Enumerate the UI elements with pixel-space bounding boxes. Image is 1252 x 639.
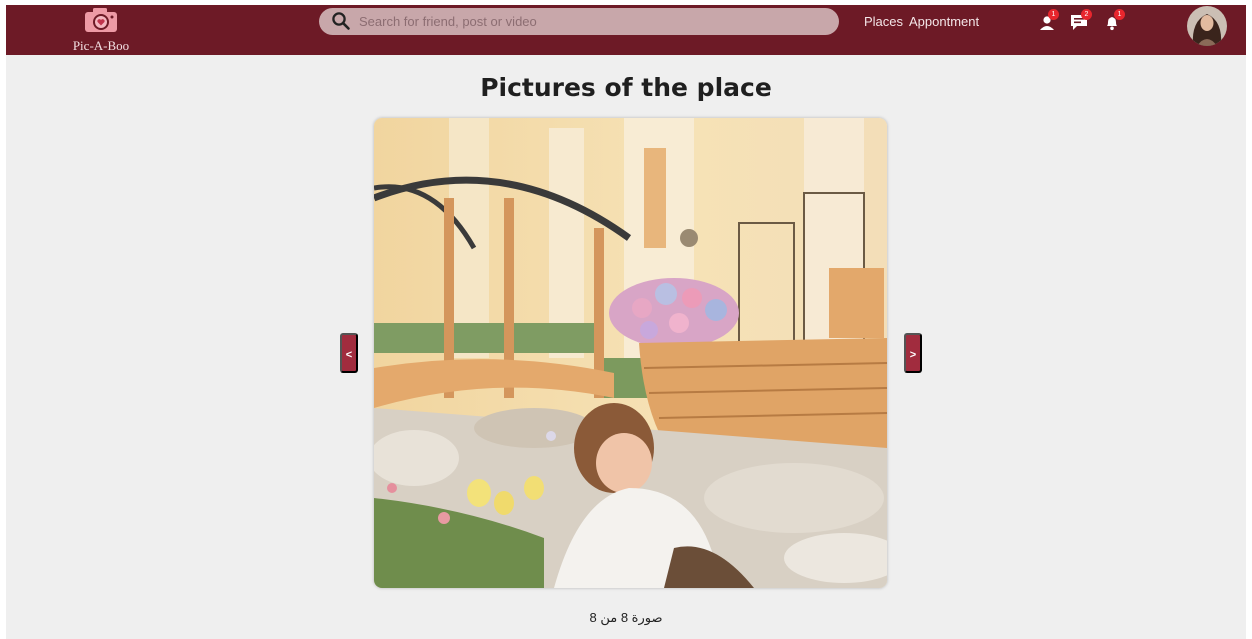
search-icon — [332, 12, 350, 30]
logo-text: Pic-A-Boo — [72, 38, 130, 53]
logo[interactable]: Pic-A-Boo — [66, 5, 136, 55]
gallery-image — [374, 118, 887, 588]
friend-requests-badge: 1 — [1048, 9, 1059, 20]
search-bar[interactable] — [319, 8, 839, 35]
notifications-badge: 1 — [1114, 9, 1125, 20]
notifications-button[interactable]: 1 — [1103, 9, 1125, 31]
app-window: Pic-A-Boo Places Appontment 1 2 — [6, 5, 1246, 639]
nav-link-places[interactable]: Places — [864, 14, 903, 29]
previous-image-button[interactable]: < — [340, 333, 358, 373]
place-photo — [374, 118, 887, 588]
camera-icon — [85, 8, 117, 32]
top-navbar: Pic-A-Boo Places Appontment 1 2 — [6, 5, 1246, 55]
next-image-button[interactable]: > — [904, 333, 922, 373]
profile-photo — [1187, 6, 1227, 46]
messages-button[interactable]: 2 — [1069, 9, 1092, 31]
avatar[interactable] — [1187, 6, 1227, 46]
nav-link-appointment[interactable]: Appontment — [909, 14, 979, 29]
friend-requests-button[interactable]: 1 — [1038, 9, 1059, 31]
messages-badge: 2 — [1081, 9, 1092, 20]
page-title: Pictures of the place — [480, 73, 772, 102]
search-input[interactable] — [359, 10, 829, 32]
image-counter: صورة 8 من 8 — [589, 610, 663, 625]
